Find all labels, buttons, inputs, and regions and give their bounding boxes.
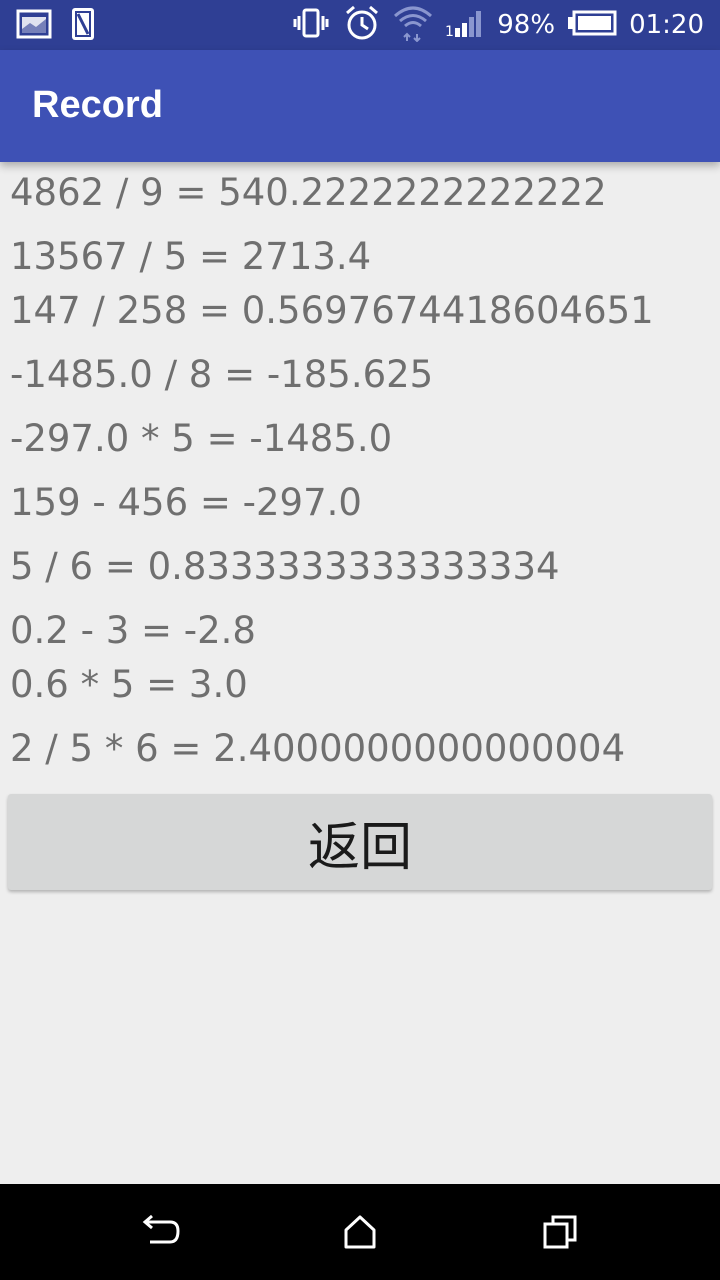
signal-icon: 1 xyxy=(445,8,485,42)
record-line: 159 - 456 = -297.0 xyxy=(10,481,362,524)
back-button[interactable]: 返回 xyxy=(8,794,712,890)
record-line: 0.2 - 3 = -2.8 xyxy=(10,609,256,652)
record-line: 4862 / 9 = 540.2222222222222 xyxy=(10,171,607,214)
battery-icon xyxy=(567,10,617,40)
record-list: 4862 / 9 = 540.2222222222222 13567 / 5 =… xyxy=(0,162,720,1184)
record-line: 147 / 258 = 0.5697674418604651 xyxy=(10,289,654,332)
back-icon[interactable] xyxy=(136,1208,184,1256)
wifi-icon xyxy=(393,4,433,46)
gallery-icon xyxy=(16,9,52,43)
record-line: 0.6 * 5 = 3.0 xyxy=(10,663,248,706)
home-icon[interactable] xyxy=(336,1208,384,1256)
status-bar: 1 98% 01:20 xyxy=(0,0,720,50)
alarm-icon xyxy=(343,4,381,46)
page-title: Record xyxy=(32,84,163,126)
status-bar-notifications xyxy=(16,8,96,44)
record-line: 2 / 5 * 6 = 2.4000000000000004 xyxy=(10,727,626,770)
navigation-bar xyxy=(0,1184,720,1280)
svg-text:1: 1 xyxy=(445,24,454,38)
app-bar: Record xyxy=(0,50,720,162)
clock: 01:20 xyxy=(629,10,704,40)
record-line: -297.0 * 5 = -1485.0 xyxy=(10,417,393,460)
record-line: 5 / 6 = 0.8333333333333334 xyxy=(10,545,560,588)
record-line: 13567 / 5 = 2713.4 xyxy=(10,235,372,278)
battery-percent: 98% xyxy=(497,10,556,40)
status-bar-system: 1 98% 01:20 xyxy=(291,0,704,50)
vibrate-icon xyxy=(291,8,331,42)
sim-card-icon xyxy=(70,6,96,46)
recents-icon[interactable] xyxy=(536,1208,584,1256)
record-line: -1485.0 / 8 = -185.625 xyxy=(10,353,434,396)
